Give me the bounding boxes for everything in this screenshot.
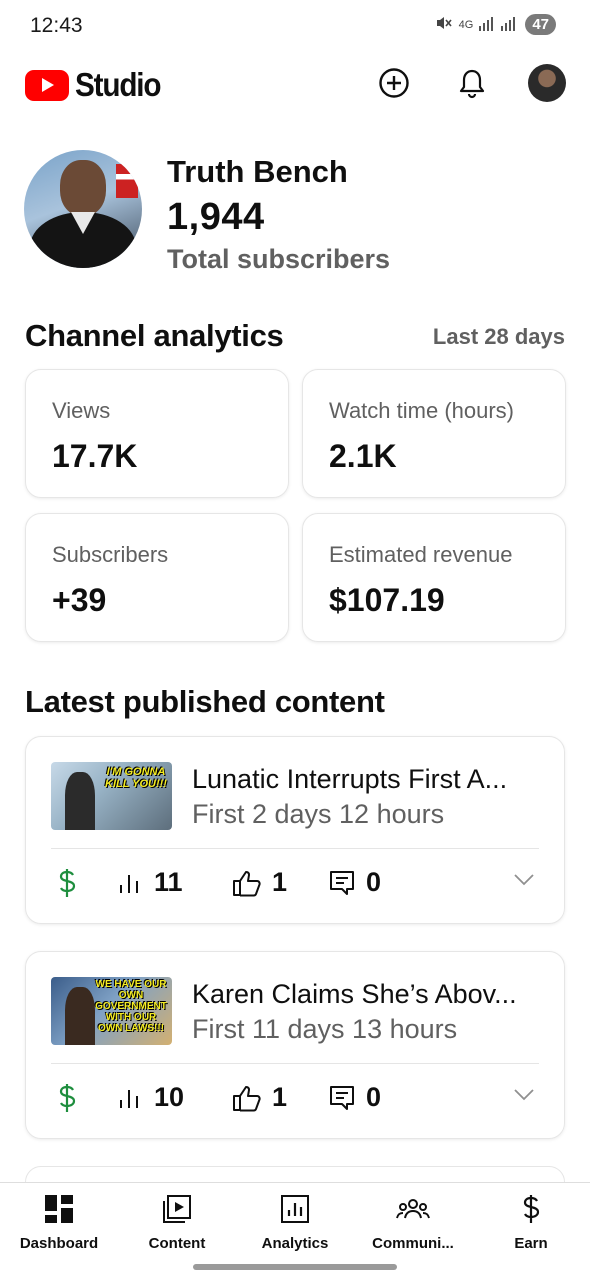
logo-text: Studio xyxy=(75,66,162,103)
monetization-status xyxy=(56,867,78,899)
stat-value: 17.7K xyxy=(52,438,138,474)
thumb-up-icon xyxy=(232,1084,262,1112)
community-icon xyxy=(396,1193,430,1225)
analytics-icon xyxy=(280,1193,310,1225)
stat-label: Watch time (hours) xyxy=(329,398,515,423)
dollar-icon xyxy=(56,1082,78,1114)
network-type: 4G xyxy=(458,18,474,31)
likes-metric: 1 xyxy=(232,1082,287,1113)
thumb-up-icon xyxy=(232,869,262,897)
comments-metric: 0 xyxy=(328,1082,381,1113)
likes-count: 1 xyxy=(272,867,288,897)
thumbnail-text: I'M GONNA KILL YOU!!! xyxy=(105,766,167,790)
subscriber-label: Total subscribers xyxy=(167,244,391,274)
nav-label: Communi... xyxy=(372,1235,454,1252)
channel-avatar[interactable] xyxy=(24,150,142,268)
dollar-icon xyxy=(56,867,78,899)
create-button[interactable] xyxy=(374,63,414,103)
video-metrics: 10 1 0 xyxy=(56,1082,541,1122)
chevron-down-icon[interactable] xyxy=(513,873,535,892)
stat-value: $107.19 xyxy=(329,582,445,618)
nav-label: Earn xyxy=(514,1235,548,1252)
views-metric: 10 xyxy=(118,1082,184,1113)
notifications-button[interactable] xyxy=(452,63,492,103)
studio-logo[interactable]: Studio xyxy=(25,66,170,104)
stat-label: Subscribers xyxy=(52,542,169,567)
thumbnail-text: WE HAVE OUR OWN GOVERNMENT WITH OUR OWN … xyxy=(95,979,167,1034)
stat-value: 2.1K xyxy=(329,438,397,474)
status-icons: 4G 47 xyxy=(435,14,556,35)
analytics-title: Channel analytics xyxy=(25,318,284,353)
views-metric: 11 xyxy=(118,867,183,898)
channel-name: Truth Bench xyxy=(167,154,348,189)
home-indicator[interactable] xyxy=(193,1264,397,1270)
stat-card-views[interactable]: Views 17.7K xyxy=(25,369,289,498)
stat-label: Estimated revenue xyxy=(329,542,513,567)
signal-icon xyxy=(479,15,519,34)
youtube-play-icon xyxy=(25,69,69,101)
video-period: First 2 days 12 hours xyxy=(192,799,445,829)
comments-count: 0 xyxy=(366,867,382,897)
bar-chart-icon xyxy=(118,1086,144,1110)
analytics-period[interactable]: Last 28 days xyxy=(433,324,565,350)
video-card[interactable]: WE HAVE OUR OWN GOVERNMENT WITH OUR OWN … xyxy=(25,951,565,1139)
stat-label: Views xyxy=(52,398,111,423)
add-circle-icon xyxy=(379,68,409,98)
bell-icon xyxy=(459,69,485,99)
content-icon xyxy=(162,1193,192,1225)
comments-count: 0 xyxy=(366,1082,382,1112)
monetization-status xyxy=(56,1082,78,1114)
nav-community[interactable]: Communi... xyxy=(354,1193,472,1255)
comments-metric: 0 xyxy=(328,867,381,898)
divider xyxy=(51,848,539,849)
views-count: 11 xyxy=(154,867,183,897)
stat-card-revenue[interactable]: Estimated revenue $107.19 xyxy=(302,513,566,642)
video-title: Lunatic Interrupts First A... xyxy=(192,764,508,794)
mute-icon xyxy=(435,14,453,35)
nav-label: Content xyxy=(148,1235,206,1252)
nav-content[interactable]: Content xyxy=(118,1193,236,1255)
stat-card-watch-time[interactable]: Watch time (hours) 2.1K xyxy=(302,369,566,498)
status-bar: 12:43 4G 47 xyxy=(0,0,590,52)
app-header: Studio xyxy=(0,58,590,110)
dashboard-icon xyxy=(44,1193,74,1225)
likes-count: 1 xyxy=(272,1082,288,1112)
video-metrics: 11 1 0 xyxy=(56,867,541,907)
account-avatar[interactable] xyxy=(528,64,566,102)
stat-card-subscribers[interactable]: Subscribers +39 xyxy=(25,513,289,642)
stat-value: +39 xyxy=(52,582,107,618)
chevron-down-icon[interactable] xyxy=(513,1088,535,1107)
video-thumbnail[interactable]: WE HAVE OUR OWN GOVERNMENT WITH OUR OWN … xyxy=(51,977,172,1045)
nav-earn[interactable]: Earn xyxy=(472,1193,590,1255)
video-period: First 11 days 13 hours xyxy=(192,1014,458,1044)
video-card[interactable]: I'M GONNA KILL YOU!!! Lunatic Interrupts… xyxy=(25,736,565,924)
video-thumbnail[interactable]: I'M GONNA KILL YOU!!! xyxy=(51,762,172,830)
subscriber-count: 1,944 xyxy=(167,196,265,238)
latest-content-title: Latest published content xyxy=(25,684,385,719)
battery-indicator: 47 xyxy=(525,14,556,35)
nav-label: Analytics xyxy=(261,1235,329,1252)
earn-icon xyxy=(520,1193,542,1225)
nav-analytics[interactable]: Analytics xyxy=(236,1193,354,1255)
likes-metric: 1 xyxy=(232,867,287,898)
bar-chart-icon xyxy=(118,871,144,895)
video-title: Karen Claims She’s Abov... xyxy=(192,979,517,1009)
views-count: 10 xyxy=(154,1082,185,1112)
channel-summary: Truth Bench 1,944 Total subscribers xyxy=(24,150,566,280)
divider xyxy=(51,1063,539,1064)
nav-label: Dashboard xyxy=(19,1235,99,1252)
comment-icon xyxy=(328,1084,356,1112)
status-time: 12:43 xyxy=(30,14,83,37)
nav-dashboard[interactable]: Dashboard xyxy=(0,1193,118,1255)
comment-icon xyxy=(328,869,356,897)
